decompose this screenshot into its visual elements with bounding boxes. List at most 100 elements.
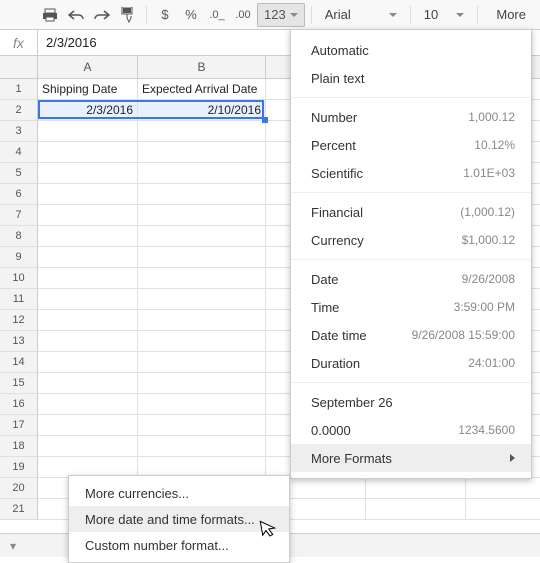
menu-item-automatic[interactable]: Automatic xyxy=(291,36,531,64)
cell[interactable] xyxy=(38,121,138,142)
undo-icon[interactable] xyxy=(64,3,88,27)
row-header[interactable]: 14 xyxy=(0,352,38,373)
menu-item-time[interactable]: Time3:59:00 PM xyxy=(291,293,531,321)
menu-item-date[interactable]: Date9/26/2008 xyxy=(291,265,531,293)
cell[interactable] xyxy=(138,205,266,226)
row-header[interactable]: 8 xyxy=(0,226,38,247)
cell[interactable] xyxy=(38,352,138,373)
menu-item-financial[interactable]: Financial(1,000.12) xyxy=(291,198,531,226)
cell[interactable] xyxy=(38,268,138,289)
cell[interactable] xyxy=(138,436,266,457)
cell[interactable] xyxy=(466,499,540,520)
cell[interactable]: Expected Arrival Date xyxy=(138,79,266,100)
row-header[interactable]: 2 xyxy=(0,100,38,121)
cell[interactable] xyxy=(38,142,138,163)
row-header[interactable]: 17 xyxy=(0,415,38,436)
row-header[interactable]: 19 xyxy=(0,457,38,478)
row-header[interactable]: 1 xyxy=(0,79,38,100)
row-header[interactable]: 13 xyxy=(0,331,38,352)
cell[interactable] xyxy=(138,142,266,163)
cell[interactable] xyxy=(38,205,138,226)
row-header[interactable]: 7 xyxy=(0,205,38,226)
row-header[interactable]: 21 xyxy=(0,499,38,520)
row-header[interactable]: 4 xyxy=(0,142,38,163)
cell[interactable] xyxy=(138,289,266,310)
label: 0.0000 xyxy=(311,423,351,438)
cell[interactable] xyxy=(138,268,266,289)
submenu-item-more-date-time[interactable]: More date and time formats... xyxy=(69,506,289,532)
cell[interactable] xyxy=(138,415,266,436)
menu-item-percent[interactable]: Percent10.12% xyxy=(291,131,531,159)
print-icon[interactable] xyxy=(38,3,62,27)
currency-format-button[interactable]: $ xyxy=(153,3,177,27)
column-header[interactable]: A xyxy=(38,56,138,79)
cell[interactable] xyxy=(138,163,266,184)
menu-item-september-26[interactable]: September 26 xyxy=(291,388,531,416)
menu-item-date-time[interactable]: Date time9/26/2008 15:59:00 xyxy=(291,321,531,349)
cell[interactable] xyxy=(38,394,138,415)
decrease-decimal-button[interactable]: .0_ xyxy=(205,3,229,27)
number-format-dropdown-button[interactable]: 123 xyxy=(257,3,305,27)
cell[interactable] xyxy=(38,184,138,205)
row-header[interactable]: 5 xyxy=(0,163,38,184)
menu-item-0.0000[interactable]: 0.00001234.5600 xyxy=(291,416,531,444)
menu-item-currency[interactable]: Currency$1,000.12 xyxy=(291,226,531,254)
increase-decimal-button[interactable]: .00 xyxy=(231,3,255,27)
cell[interactable] xyxy=(38,415,138,436)
cell[interactable] xyxy=(138,352,266,373)
font-family-select[interactable]: Arial xyxy=(318,3,404,27)
cell[interactable] xyxy=(38,310,138,331)
cell[interactable] xyxy=(138,121,266,142)
cell[interactable] xyxy=(38,436,138,457)
cell[interactable] xyxy=(466,478,540,499)
cell[interactable] xyxy=(366,499,466,520)
row-header[interactable]: 15 xyxy=(0,373,38,394)
more-toolbar-button[interactable]: More xyxy=(488,3,534,27)
menu-item-plain-text[interactable]: Plain text xyxy=(291,64,531,92)
menu-item-more-formats[interactable]: More Formats xyxy=(291,444,531,472)
cell[interactable] xyxy=(138,226,266,247)
cell[interactable]: 2/10/2016 xyxy=(138,100,266,121)
cell[interactable] xyxy=(38,247,138,268)
row-header[interactable]: 6 xyxy=(0,184,38,205)
chevron-left-icon[interactable]: ▾ xyxy=(6,537,20,555)
row-header[interactable]: 12 xyxy=(0,310,38,331)
row-header[interactable]: 16 xyxy=(0,394,38,415)
percent-format-button[interactable]: % xyxy=(179,3,203,27)
cell[interactable] xyxy=(138,373,266,394)
menu-separator xyxy=(291,382,531,383)
label: Duration xyxy=(311,356,360,371)
cell[interactable] xyxy=(138,331,266,352)
cell[interactable] xyxy=(38,331,138,352)
cell[interactable] xyxy=(38,373,138,394)
cell[interactable] xyxy=(366,478,466,499)
cell[interactable] xyxy=(138,184,266,205)
cell[interactable]: 2/3/2016 xyxy=(38,100,138,121)
cell[interactable]: Shipping Date xyxy=(38,79,138,100)
menu-item-number[interactable]: Number1,000.12 xyxy=(291,103,531,131)
row-header[interactable]: 18 xyxy=(0,436,38,457)
cell[interactable] xyxy=(38,226,138,247)
paint-format-icon[interactable] xyxy=(116,3,140,27)
cell[interactable] xyxy=(138,310,266,331)
row-header[interactable]: 10 xyxy=(0,268,38,289)
row-header[interactable]: 11 xyxy=(0,289,38,310)
font-size-select[interactable]: 10 xyxy=(417,3,471,27)
cell[interactable] xyxy=(138,247,266,268)
label: Financial xyxy=(311,205,363,220)
row-header[interactable]: 3 xyxy=(0,121,38,142)
column-header[interactable]: B xyxy=(138,56,266,79)
menu-item-duration[interactable]: Duration24:01:00 xyxy=(291,349,531,377)
submenu-item-more-currencies[interactable]: More currencies... xyxy=(69,480,289,506)
select-all-corner[interactable] xyxy=(0,56,38,79)
redo-icon[interactable] xyxy=(90,3,114,27)
cell[interactable] xyxy=(38,289,138,310)
fill-handle[interactable] xyxy=(262,117,268,123)
row-header[interactable]: 20 xyxy=(0,478,38,499)
cell[interactable] xyxy=(38,163,138,184)
row-header[interactable]: 9 xyxy=(0,247,38,268)
chevron-right-icon xyxy=(510,454,515,462)
submenu-item-custom-number[interactable]: Custom number format... xyxy=(69,532,289,558)
cell[interactable] xyxy=(138,394,266,415)
menu-item-scientific[interactable]: Scientific1.01E+03 xyxy=(291,159,531,187)
